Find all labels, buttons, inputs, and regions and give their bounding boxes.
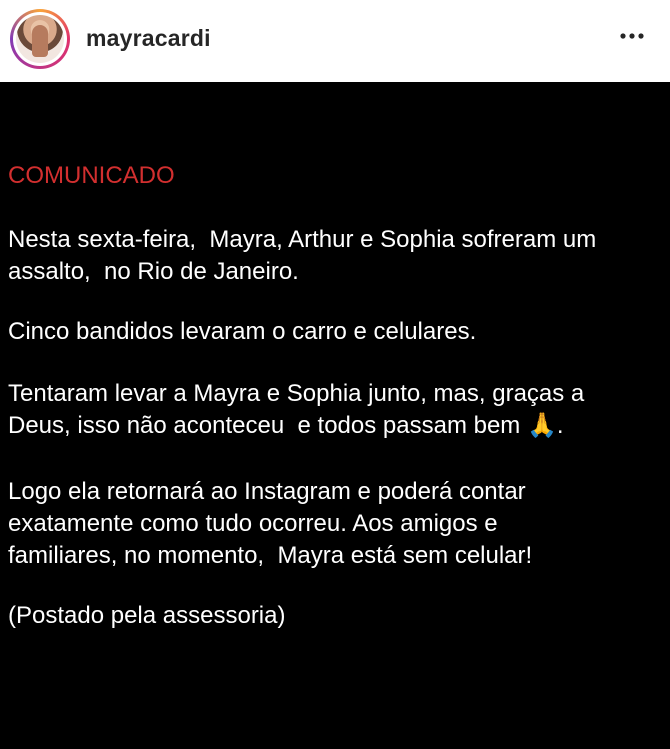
post-paragraph-5: (Postado pela assessoria)	[8, 602, 286, 629]
profile-photo	[16, 15, 64, 63]
post-header: mayracardi	[0, 0, 670, 82]
post-paragraph-4: Logo ela retornará ao Instagram e poderá…	[8, 478, 533, 569]
avatar-frame	[13, 12, 67, 66]
post-paragraph-2: Cinco bandidos levaram o carro e celular…	[8, 318, 477, 345]
avatar[interactable]	[10, 9, 70, 69]
profile-photo-figure	[32, 25, 48, 57]
post-heading: COMUNICADO	[8, 162, 175, 189]
more-horizontal-icon[interactable]	[618, 22, 646, 50]
post-paragraph-3: Tentaram levar a Mayra e Sophia junto, m…	[8, 380, 585, 439]
post-image: COMUNICADO Nesta sexta-feira, Mayra, Art…	[0, 82, 670, 749]
post-paragraph-1: Nesta sexta-feira, Mayra, Arthur e Sophi…	[8, 226, 597, 285]
username-link[interactable]: mayracardi	[86, 25, 211, 52]
